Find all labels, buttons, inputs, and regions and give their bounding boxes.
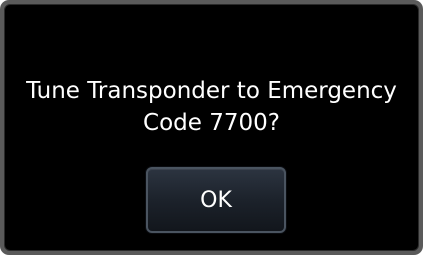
- dialog-message-line-1: Tune Transponder to Emergency: [26, 78, 397, 104]
- dialog-message-line-2: Code 7700?: [143, 110, 280, 136]
- dialog-message: Tune Transponder to Emergency Code 7700?: [5, 75, 418, 139]
- dialog-frame: Tune Transponder to Emergency Code 7700?…: [0, 0, 423, 255]
- ok-button[interactable]: OK: [146, 167, 286, 233]
- emergency-code-dialog: Tune Transponder to Emergency Code 7700?…: [4, 4, 419, 251]
